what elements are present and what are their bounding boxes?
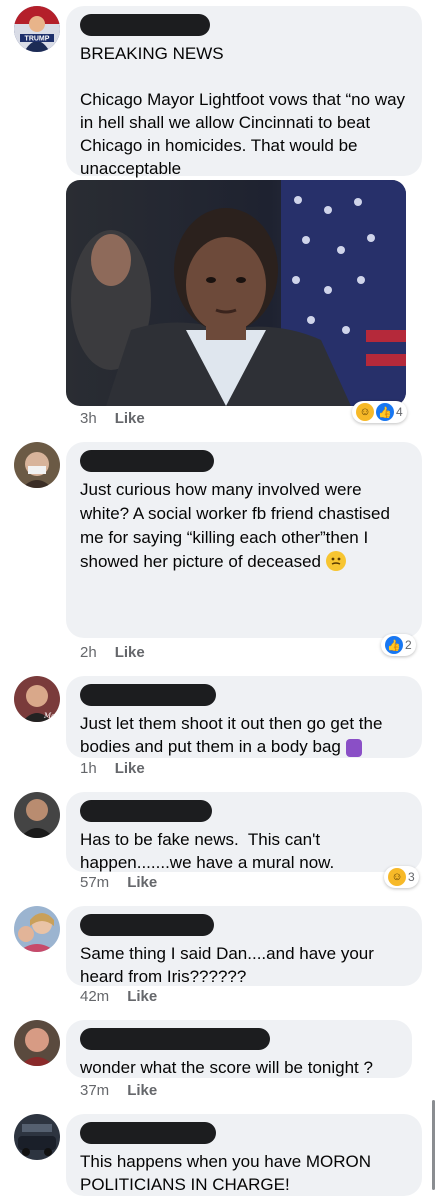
like-reaction-icon: 👍 bbox=[376, 403, 394, 421]
like-link[interactable]: Like bbox=[127, 988, 157, 1005]
redacted-author-name bbox=[80, 450, 214, 472]
timestamp: 57m bbox=[80, 874, 110, 891]
comment-bubble: wonder what the score will be tonight ? bbox=[66, 1020, 412, 1078]
like-link[interactable]: Like bbox=[115, 410, 145, 427]
avatar[interactable] bbox=[14, 792, 60, 838]
like-link[interactable]: Like bbox=[127, 874, 157, 891]
reaction-count: 3 bbox=[408, 870, 415, 884]
scrollbar[interactable] bbox=[432, 1100, 435, 1190]
like-link[interactable]: Like bbox=[115, 644, 145, 661]
grimacing-emoji-icon bbox=[325, 550, 346, 571]
like-link[interactable]: Like bbox=[127, 1082, 157, 1099]
comment-bubble: Has to be fake news. This can't happen..… bbox=[66, 792, 422, 872]
comment-6: wonder what the score will be tonight ? … bbox=[0, 1018, 436, 1108]
comment-meta: 57m Like bbox=[80, 874, 157, 891]
comment-meta: 2h Like bbox=[80, 644, 145, 661]
attached-photo[interactable] bbox=[66, 180, 406, 406]
avatar[interactable] bbox=[14, 1114, 60, 1160]
user-avatar-icon bbox=[14, 1020, 60, 1066]
reaction-count: 4 bbox=[396, 405, 403, 419]
reaction-count: 2 bbox=[405, 638, 412, 652]
reaction-summary[interactable]: ☺ 3 bbox=[384, 866, 419, 888]
comment-4: Has to be fake news. This can't happen..… bbox=[0, 790, 436, 900]
like-link[interactable]: Like bbox=[115, 760, 145, 777]
haha-reaction-icon: ☺ bbox=[388, 868, 406, 886]
comment-meta: 37m Like bbox=[80, 1082, 157, 1099]
user-avatar-icon bbox=[14, 1114, 60, 1160]
haha-reaction-icon: ☺ bbox=[356, 403, 374, 421]
timestamp: 1h bbox=[80, 760, 97, 777]
comment-bubble: Same thing I said Dan....and have your h… bbox=[66, 906, 422, 986]
avatar[interactable] bbox=[14, 1020, 60, 1066]
timestamp: 37m bbox=[80, 1082, 110, 1099]
comment-3: Mary Just let them shoot it out then go … bbox=[0, 674, 436, 784]
comment-bubble: Just let them shoot it out then go get t… bbox=[66, 676, 422, 758]
redacted-author-name bbox=[80, 684, 216, 706]
redacted-author-name bbox=[80, 1122, 216, 1144]
svg-text:Mary: Mary bbox=[43, 712, 60, 720]
redacted-author-name bbox=[80, 800, 212, 822]
avatar[interactable] bbox=[14, 442, 60, 488]
user-avatar-icon bbox=[14, 906, 60, 952]
comment-7: This happens when you have MORON POLITIC… bbox=[0, 1112, 436, 1200]
comment-text: This happens when you have MORON POLITIC… bbox=[80, 1152, 376, 1194]
comment-text: Same thing I said Dan....and have your h… bbox=[80, 944, 379, 986]
redacted-author-name bbox=[80, 1028, 270, 1050]
comment-text: Has to be fake news. This can't happen..… bbox=[80, 830, 335, 872]
redacted-author-name bbox=[80, 914, 214, 936]
reaction-summary[interactable]: 👍 2 bbox=[381, 634, 416, 656]
purple-bag-emoji-icon bbox=[345, 738, 362, 757]
user-avatar-icon bbox=[14, 442, 60, 488]
mayor-photo-image bbox=[66, 180, 406, 406]
timestamp: 42m bbox=[80, 988, 110, 1005]
comment-meta: 3h Like bbox=[80, 410, 145, 427]
comment-text: Just curious how many involved were whit… bbox=[80, 480, 395, 571]
comment-bubble: This happens when you have MORON POLITIC… bbox=[66, 1114, 422, 1196]
timestamp: 3h bbox=[80, 410, 97, 427]
comment-meta: 42m Like bbox=[80, 988, 157, 1005]
comment-text: BREAKING NEWS Chicago Mayor Lightfoot vo… bbox=[80, 44, 406, 178]
comment-2: Just curious how many involved were whit… bbox=[0, 440, 436, 670]
comment-1: TRUMP BREAKING NEWS Chicago Mayor Lightf… bbox=[0, 0, 436, 440]
comment-text: wonder what the score will be tonight ? bbox=[80, 1058, 373, 1077]
redacted-author-name bbox=[80, 14, 210, 36]
like-reaction-icon: 👍 bbox=[385, 636, 403, 654]
timestamp: 2h bbox=[80, 644, 97, 661]
avatar[interactable]: Mary bbox=[14, 676, 60, 722]
reaction-summary[interactable]: ☺ 👍 4 bbox=[352, 401, 407, 423]
user-avatar-icon: Mary bbox=[14, 676, 60, 722]
avatar[interactable]: TRUMP bbox=[14, 6, 60, 52]
comment-5: Same thing I said Dan....and have your h… bbox=[0, 904, 436, 1016]
comment-text: Just let them shoot it out then go get t… bbox=[80, 714, 388, 757]
avatar[interactable] bbox=[14, 906, 60, 952]
comment-bubble: BREAKING NEWS Chicago Mayor Lightfoot vo… bbox=[66, 6, 422, 178]
svg-text:TRUMP: TRUMP bbox=[25, 36, 50, 43]
comment-bubble: Just curious how many involved were whit… bbox=[66, 442, 422, 638]
user-avatar-icon bbox=[14, 792, 60, 838]
trump-avatar-icon: TRUMP bbox=[14, 6, 60, 52]
comment-meta: 1h Like bbox=[80, 760, 145, 777]
